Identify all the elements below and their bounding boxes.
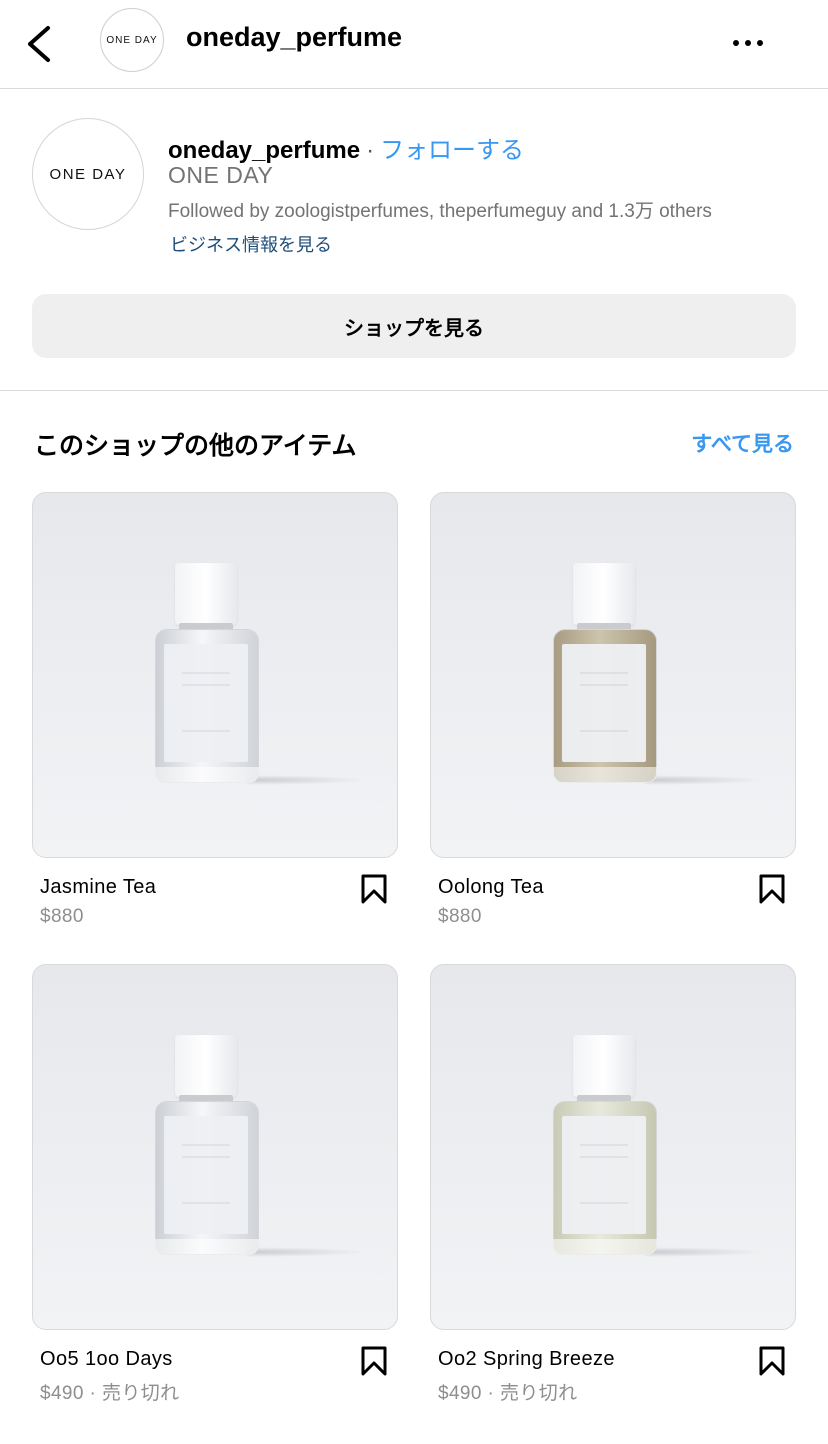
product-image[interactable] [32, 492, 398, 858]
bookmark-button[interactable] [360, 1346, 388, 1376]
more-options-button[interactable] [728, 30, 768, 56]
bookmark-button[interactable] [758, 1346, 786, 1376]
section-title: このショップの他のアイテム [34, 432, 357, 460]
profile-name-row: oneday_perfume · フォローする [168, 130, 524, 165]
see-all-link[interactable]: すべて見る [691, 428, 794, 458]
product-price: $490 · 売り切れ [40, 1383, 180, 1404]
profile-avatar[interactable]: ONE DAY [32, 118, 144, 230]
product-card[interactable]: Oo2 Spring Breeze $490 · 売り切れ [430, 964, 796, 1404]
bookmark-icon [759, 874, 785, 904]
product-card[interactable]: Oolong Tea $880 [430, 492, 796, 927]
perfume-bottle-image [553, 1035, 657, 1257]
bookmark-icon [759, 1346, 785, 1376]
perfume-bottle-image [155, 1035, 259, 1257]
view-shop-button[interactable]: ショップを見る [32, 294, 796, 358]
bookmark-icon [361, 874, 387, 904]
header-title: oneday_perfume [186, 22, 403, 52]
bookmark-button[interactable] [360, 874, 388, 904]
product-card[interactable]: Jasmine Tea $880 [32, 492, 398, 927]
product-name[interactable]: Oo2 Spring Breeze [438, 1348, 615, 1371]
more-horizontal-icon [733, 40, 739, 46]
product-image[interactable] [430, 492, 796, 858]
back-button[interactable] [22, 22, 62, 66]
follow-button[interactable]: フォローする [380, 137, 524, 164]
product-name[interactable]: Oo5 1oo Days [40, 1348, 173, 1371]
product-image[interactable] [430, 964, 796, 1330]
perfume-bottle-image [155, 563, 259, 785]
top-bar: ONE DAY oneday_perfume [0, 0, 828, 89]
profile-display-name: ONE DAY [168, 162, 274, 188]
business-info-link[interactable]: ビジネス情報を見る [170, 231, 332, 257]
product-image[interactable] [32, 964, 398, 1330]
product-card[interactable]: Oo5 1oo Days $490 · 売り切れ [32, 964, 398, 1404]
product-name[interactable]: Oolong Tea [438, 876, 544, 899]
followed-by-text[interactable]: Followed by zoologistperfumes, theperfum… [168, 196, 712, 223]
profile-avatar-text: ONE DAY [49, 165, 127, 183]
divider [0, 390, 828, 391]
view-shop-label: ショップを見る [344, 317, 484, 340]
bookmark-button[interactable] [758, 874, 786, 904]
chevron-left-icon [28, 26, 50, 62]
separator-dot: · [366, 137, 375, 164]
product-name[interactable]: Jasmine Tea [40, 876, 156, 899]
perfume-bottle-image [553, 563, 657, 785]
header-avatar-text: ONE DAY [106, 34, 158, 46]
bookmark-icon [361, 1346, 387, 1376]
product-price: $490 · 売り切れ [438, 1383, 578, 1404]
header-avatar[interactable]: ONE DAY [100, 8, 164, 72]
product-price: $880 [438, 906, 482, 927]
profile-username[interactable]: oneday_perfume [168, 137, 360, 164]
product-price: $880 [40, 906, 84, 927]
